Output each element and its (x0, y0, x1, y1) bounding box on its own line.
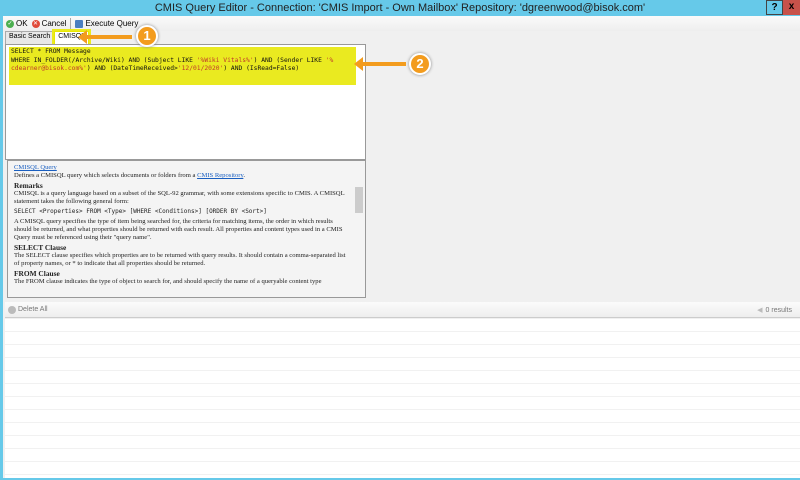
cancel-icon: ✕ (31, 19, 40, 28)
check-icon: ✓ (6, 19, 14, 28)
query-line: WHERE IN_FOLDER(/Archive/Wiki) AND (Subj… (11, 56, 197, 64)
query-string: '12/01/2020' (177, 65, 224, 72)
query-string: '%Wiki Vitals%' (196, 56, 254, 64)
tab-basic-search[interactable]: Basic Search (5, 31, 55, 44)
from-text: The FROM clause indicates the type of ob… (14, 278, 322, 285)
results-list[interactable] (5, 319, 800, 478)
help-paragraph: A CMISQL query specifies the type of ite… (14, 218, 343, 241)
from-heading: FROM Clause (14, 269, 60, 278)
callout-badge: 2 (409, 53, 431, 75)
query-line: ) AND (DateTimeReceived> (86, 65, 178, 72)
results-count: 0 results (765, 306, 792, 314)
select-text: The SELECT clause specifies which proper… (14, 252, 346, 267)
back-arrow-icon[interactable]: ◀ (757, 306, 762, 314)
help-title-link[interactable]: CMISQL Query (14, 164, 57, 171)
scroll-thumb[interactable] (355, 187, 363, 213)
query-line: ) AND (IsRead=False) (223, 65, 300, 72)
help-button[interactable]: ? (766, 0, 783, 15)
client-area: ✓ OK ✕ Cancel Execute Query Basic Search C… (3, 16, 800, 478)
results-nav: ◀ 0 results (757, 306, 792, 315)
ok-label: OK (16, 19, 28, 28)
close-button[interactable]: x (783, 0, 800, 15)
query-line: ) AND (Sender LIKE (253, 56, 326, 64)
query-editor[interactable]: SELECT * FROM Message WHERE IN_FOLDER(/A… (5, 44, 366, 160)
query-string: cdearner@bisok.com%' (11, 65, 87, 72)
ok-button[interactable]: ✓ OK (6, 19, 28, 28)
remarks-text: CMISQL is a query language based on a su… (14, 190, 345, 205)
cancel-button[interactable]: ✕ Cancel (31, 19, 67, 28)
execute-query-button[interactable]: Execute Query (75, 19, 138, 28)
remarks-heading: Remarks (14, 181, 43, 190)
general-form: SELECT <Properties> FROM <Type> [WHERE <… (14, 208, 267, 215)
help-intro-end: . (243, 172, 246, 179)
toolbar-separator (70, 18, 72, 29)
cancel-label: Cancel (41, 19, 67, 28)
help-scrollbar[interactable] (355, 179, 364, 289)
results-bar: Delete All ◀ 0 results (5, 302, 800, 318)
query-string: '% (325, 56, 334, 64)
query-line: SELECT * FROM Message (11, 48, 91, 55)
cmis-repository-link[interactable]: CMIS Repository (197, 172, 243, 179)
select-heading: SELECT Clause (14, 243, 67, 252)
callout-arrow (78, 30, 132, 44)
delete-icon (8, 305, 16, 314)
callout-badge: 1 (136, 25, 158, 47)
delete-all-button[interactable]: Delete All (8, 305, 48, 314)
query-text: SELECT * FROM Message WHERE IN_FOLDER(/A… (11, 48, 333, 74)
toolbar: ✓ OK ✕ Cancel Execute Query (3, 16, 800, 31)
execute-label: Execute Query (85, 19, 139, 28)
tab-bar: Basic Search CMISQL (5, 29, 92, 46)
help-intro: Defines a CMISQL query which selects doc… (14, 172, 198, 179)
window-title: CMIS Query Editor - Connection: 'CMIS Im… (154, 2, 646, 14)
callout-arrow (354, 57, 406, 71)
execute-icon (75, 19, 84, 28)
help-pane: CMISQL Query Defines a CMISQL query whic… (7, 160, 366, 298)
delete-all-label: Delete All (18, 306, 48, 313)
